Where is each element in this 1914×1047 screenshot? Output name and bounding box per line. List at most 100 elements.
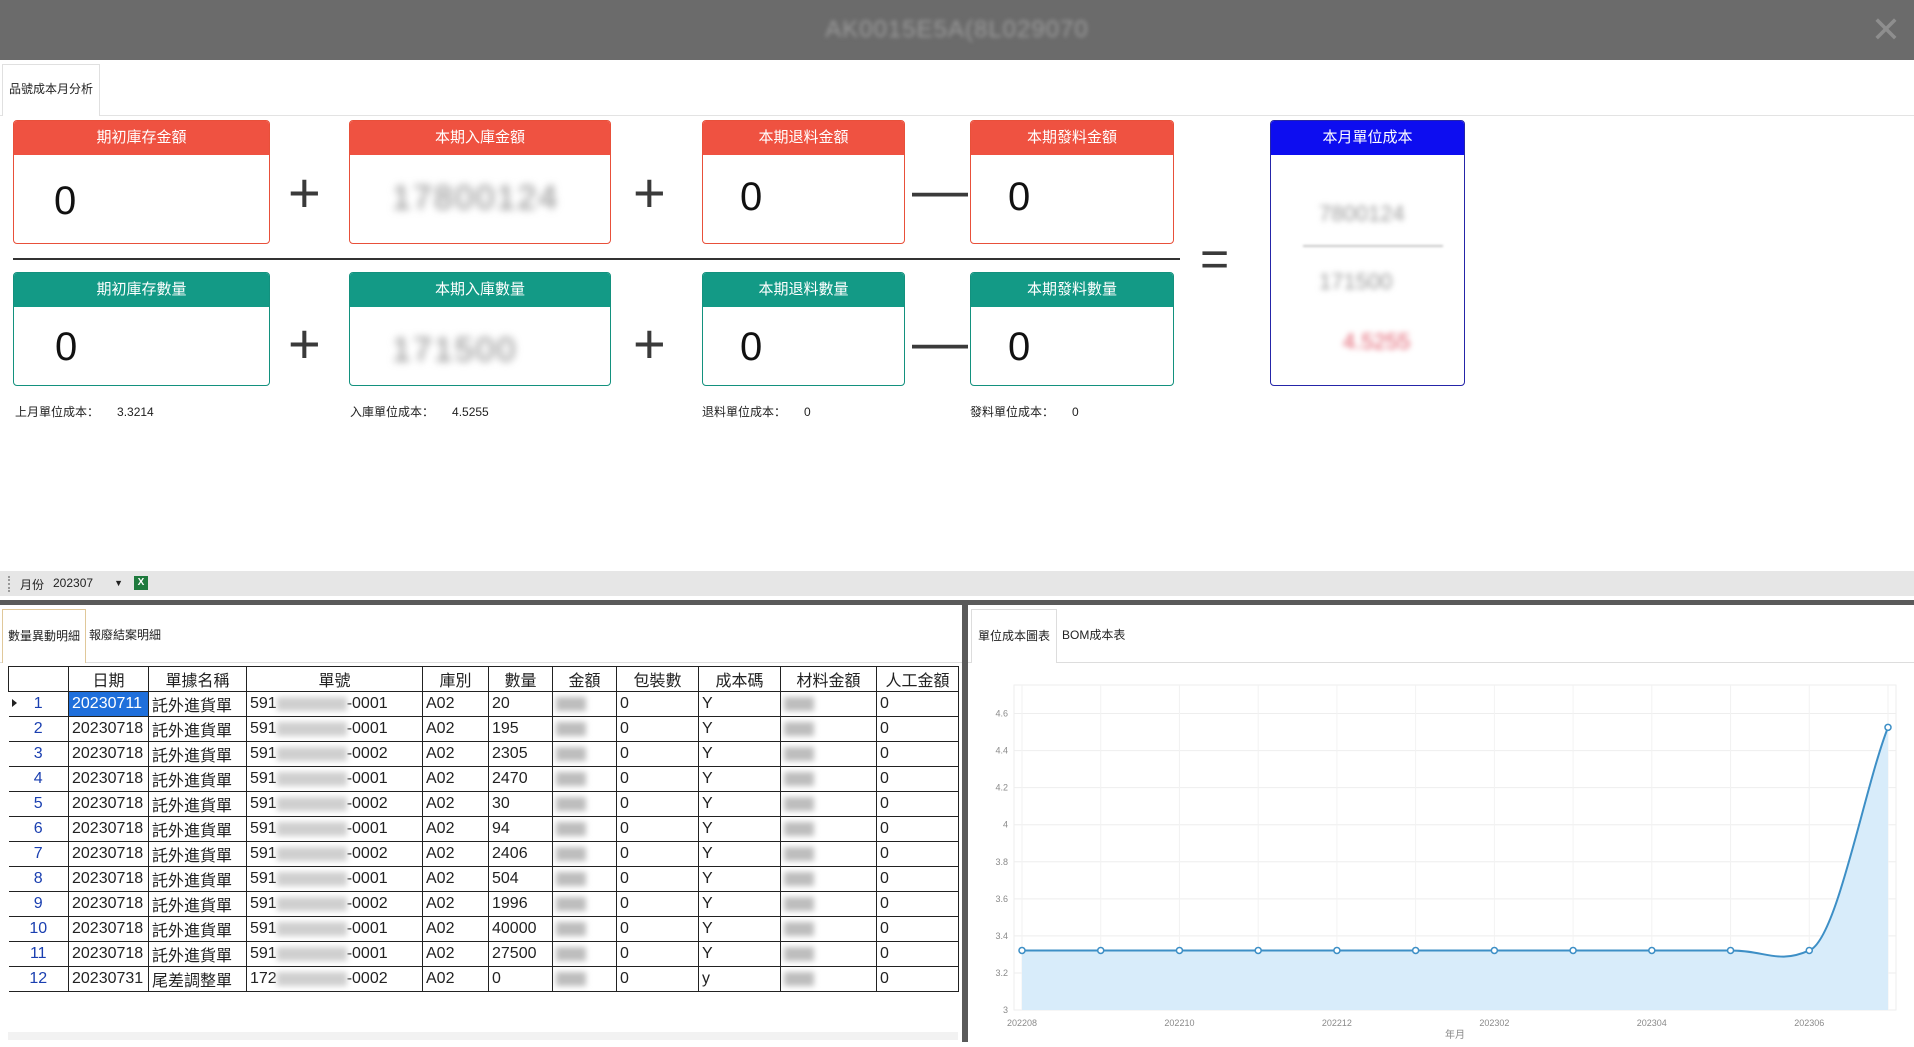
cell-pack[interactable]: 0 — [616, 916, 699, 942]
cell-doc-no[interactable]: 591 -0002 — [246, 791, 423, 817]
cell-warehouse[interactable]: A02 — [422, 941, 489, 967]
table-row[interactable]: 10 20230718 託外進貨單 591 -0001 A02 40000 0 Y 0 — [8, 916, 959, 942]
chevron-down-icon[interactable]: ▼ — [114, 574, 123, 593]
cell-labor-amount[interactable]: 0 — [876, 966, 959, 992]
cell-material-amount[interactable] — [780, 766, 877, 792]
cell-warehouse[interactable]: A02 — [422, 916, 489, 942]
cell-date[interactable]: 20230718 — [68, 941, 149, 967]
col-qty[interactable]: 數量 — [488, 666, 553, 692]
cell-material-amount[interactable] — [780, 841, 877, 867]
cell-material-amount[interactable] — [780, 791, 877, 817]
cell-material-amount[interactable] — [780, 891, 877, 917]
cell-amount[interactable] — [552, 941, 617, 967]
cell-warehouse[interactable]: A02 — [422, 816, 489, 842]
month-select[interactable]: 202307 ▼ — [50, 574, 125, 593]
cell-doc-name[interactable]: 託外進貨單 — [148, 841, 247, 867]
cell-date[interactable]: 20230718 — [68, 766, 149, 792]
cell-labor-amount[interactable]: 0 — [876, 716, 959, 742]
table-row[interactable]: 12 20230731 尾差調整單 172 -0002 A02 0 0 y 0 — [8, 966, 959, 992]
table-row[interactable]: 3 20230718 託外進貨單 591 -0002 A02 2305 0 Y 0 — [8, 741, 959, 767]
row-number[interactable]: 8 — [8, 866, 69, 892]
cell-qty[interactable]: 30 — [488, 791, 553, 817]
cell-doc-no[interactable]: 591 -0001 — [246, 691, 423, 717]
row-number[interactable]: 9 — [8, 891, 69, 917]
cell-qty[interactable]: 195 — [488, 716, 553, 742]
cell-doc-no[interactable]: 591 -0001 — [246, 916, 423, 942]
cell-qty[interactable]: 2406 — [488, 841, 553, 867]
close-icon[interactable]: ✕ — [1868, 12, 1904, 48]
col-warehouse[interactable]: 庫別 — [422, 666, 489, 692]
cell-cost-code[interactable]: Y — [698, 691, 781, 717]
cell-material-amount[interactable] — [780, 966, 877, 992]
cell-doc-name[interactable]: 託外進貨單 — [148, 816, 247, 842]
cell-labor-amount[interactable]: 0 — [876, 841, 959, 867]
cell-doc-no[interactable]: 172 -0002 — [246, 966, 423, 992]
cell-qty[interactable]: 27500 — [488, 941, 553, 967]
cell-pack[interactable]: 0 — [616, 741, 699, 767]
col-labor-amount[interactable]: 人工金額 — [876, 666, 959, 692]
col-material-amount[interactable]: 材料金額 — [780, 666, 877, 692]
cell-labor-amount[interactable]: 0 — [876, 791, 959, 817]
cell-qty[interactable]: 2470 — [488, 766, 553, 792]
cell-date[interactable]: 20230718 — [68, 816, 149, 842]
cell-doc-name[interactable]: 託外進貨單 — [148, 791, 247, 817]
cell-qty[interactable]: 94 — [488, 816, 553, 842]
cell-cost-code[interactable]: Y — [698, 791, 781, 817]
cell-doc-no[interactable]: 591 -0002 — [246, 841, 423, 867]
row-number[interactable]: 4 — [8, 766, 69, 792]
table-row[interactable]: 2 20230718 託外進貨單 591 -0001 A02 195 0 Y 0 — [8, 716, 959, 742]
cell-amount[interactable] — [552, 691, 617, 717]
cell-amount[interactable] — [552, 866, 617, 892]
cell-pack[interactable]: 0 — [616, 841, 699, 867]
cell-pack[interactable]: 0 — [616, 941, 699, 967]
row-number[interactable]: 10 — [8, 916, 69, 942]
cell-date[interactable]: 20230718 — [68, 791, 149, 817]
table-row[interactable]: 8 20230718 託外進貨單 591 -0001 A02 504 0 Y 0 — [8, 866, 959, 892]
cell-labor-amount[interactable]: 0 — [876, 866, 959, 892]
cell-warehouse[interactable]: A02 — [422, 891, 489, 917]
horizontal-scrollbar[interactable] — [8, 1032, 958, 1040]
cell-date[interactable]: 20230718 — [68, 916, 149, 942]
cell-warehouse[interactable]: A02 — [422, 791, 489, 817]
cell-cost-code[interactable]: Y — [698, 891, 781, 917]
cell-doc-no[interactable]: 591 -0001 — [246, 941, 423, 967]
cell-date[interactable]: 20230718 — [68, 841, 149, 867]
cell-amount[interactable] — [552, 766, 617, 792]
cell-cost-code[interactable]: Y — [698, 741, 781, 767]
tab-monthly-cost-analysis[interactable]: 品號成本月分析 — [2, 64, 101, 116]
cell-doc-name[interactable]: 託外進貨單 — [148, 916, 247, 942]
cell-pack[interactable]: 0 — [616, 791, 699, 817]
tab-bom-cost[interactable]: BOM成本表 — [1056, 609, 1131, 663]
cell-pack[interactable]: 0 — [616, 716, 699, 742]
table-row[interactable]: 11 20230718 託外進貨單 591 -0001 A02 27500 0 Y 0 — [8, 941, 959, 967]
cell-amount[interactable] — [552, 891, 617, 917]
cell-doc-name[interactable]: 託外進貨單 — [148, 766, 247, 792]
cell-date[interactable]: 20230718 — [68, 866, 149, 892]
cell-labor-amount[interactable]: 0 — [876, 766, 959, 792]
toolbar-grip[interactable] — [8, 576, 11, 592]
cell-doc-name[interactable]: 尾差調整單 — [148, 966, 247, 992]
cell-date[interactable]: 20230731 — [68, 966, 149, 992]
cell-labor-amount[interactable]: 0 — [876, 741, 959, 767]
cell-doc-name[interactable]: 託外進貨單 — [148, 716, 247, 742]
row-number[interactable]: 5 — [8, 791, 69, 817]
cell-labor-amount[interactable]: 0 — [876, 691, 959, 717]
cell-amount[interactable] — [552, 841, 617, 867]
cell-amount[interactable] — [552, 716, 617, 742]
cell-pack[interactable]: 0 — [616, 816, 699, 842]
row-number[interactable]: 11 — [8, 941, 69, 967]
cell-material-amount[interactable] — [780, 691, 877, 717]
cell-amount[interactable] — [552, 916, 617, 942]
cell-qty[interactable]: 2305 — [488, 741, 553, 767]
tab-qty-movement-detail[interactable]: 數量異動明細 — [2, 609, 87, 663]
cell-pack[interactable]: 0 — [616, 766, 699, 792]
row-number[interactable]: 1 — [8, 691, 69, 717]
row-number[interactable]: 3 — [8, 741, 69, 767]
cell-amount[interactable] — [552, 966, 617, 992]
cell-qty[interactable]: 1996 — [488, 891, 553, 917]
row-number[interactable]: 12 — [8, 966, 69, 992]
cell-doc-name[interactable]: 託外進貨單 — [148, 866, 247, 892]
cell-warehouse[interactable]: A02 — [422, 766, 489, 792]
cell-doc-no[interactable]: 591 -0001 — [246, 816, 423, 842]
cell-cost-code[interactable]: Y — [698, 916, 781, 942]
